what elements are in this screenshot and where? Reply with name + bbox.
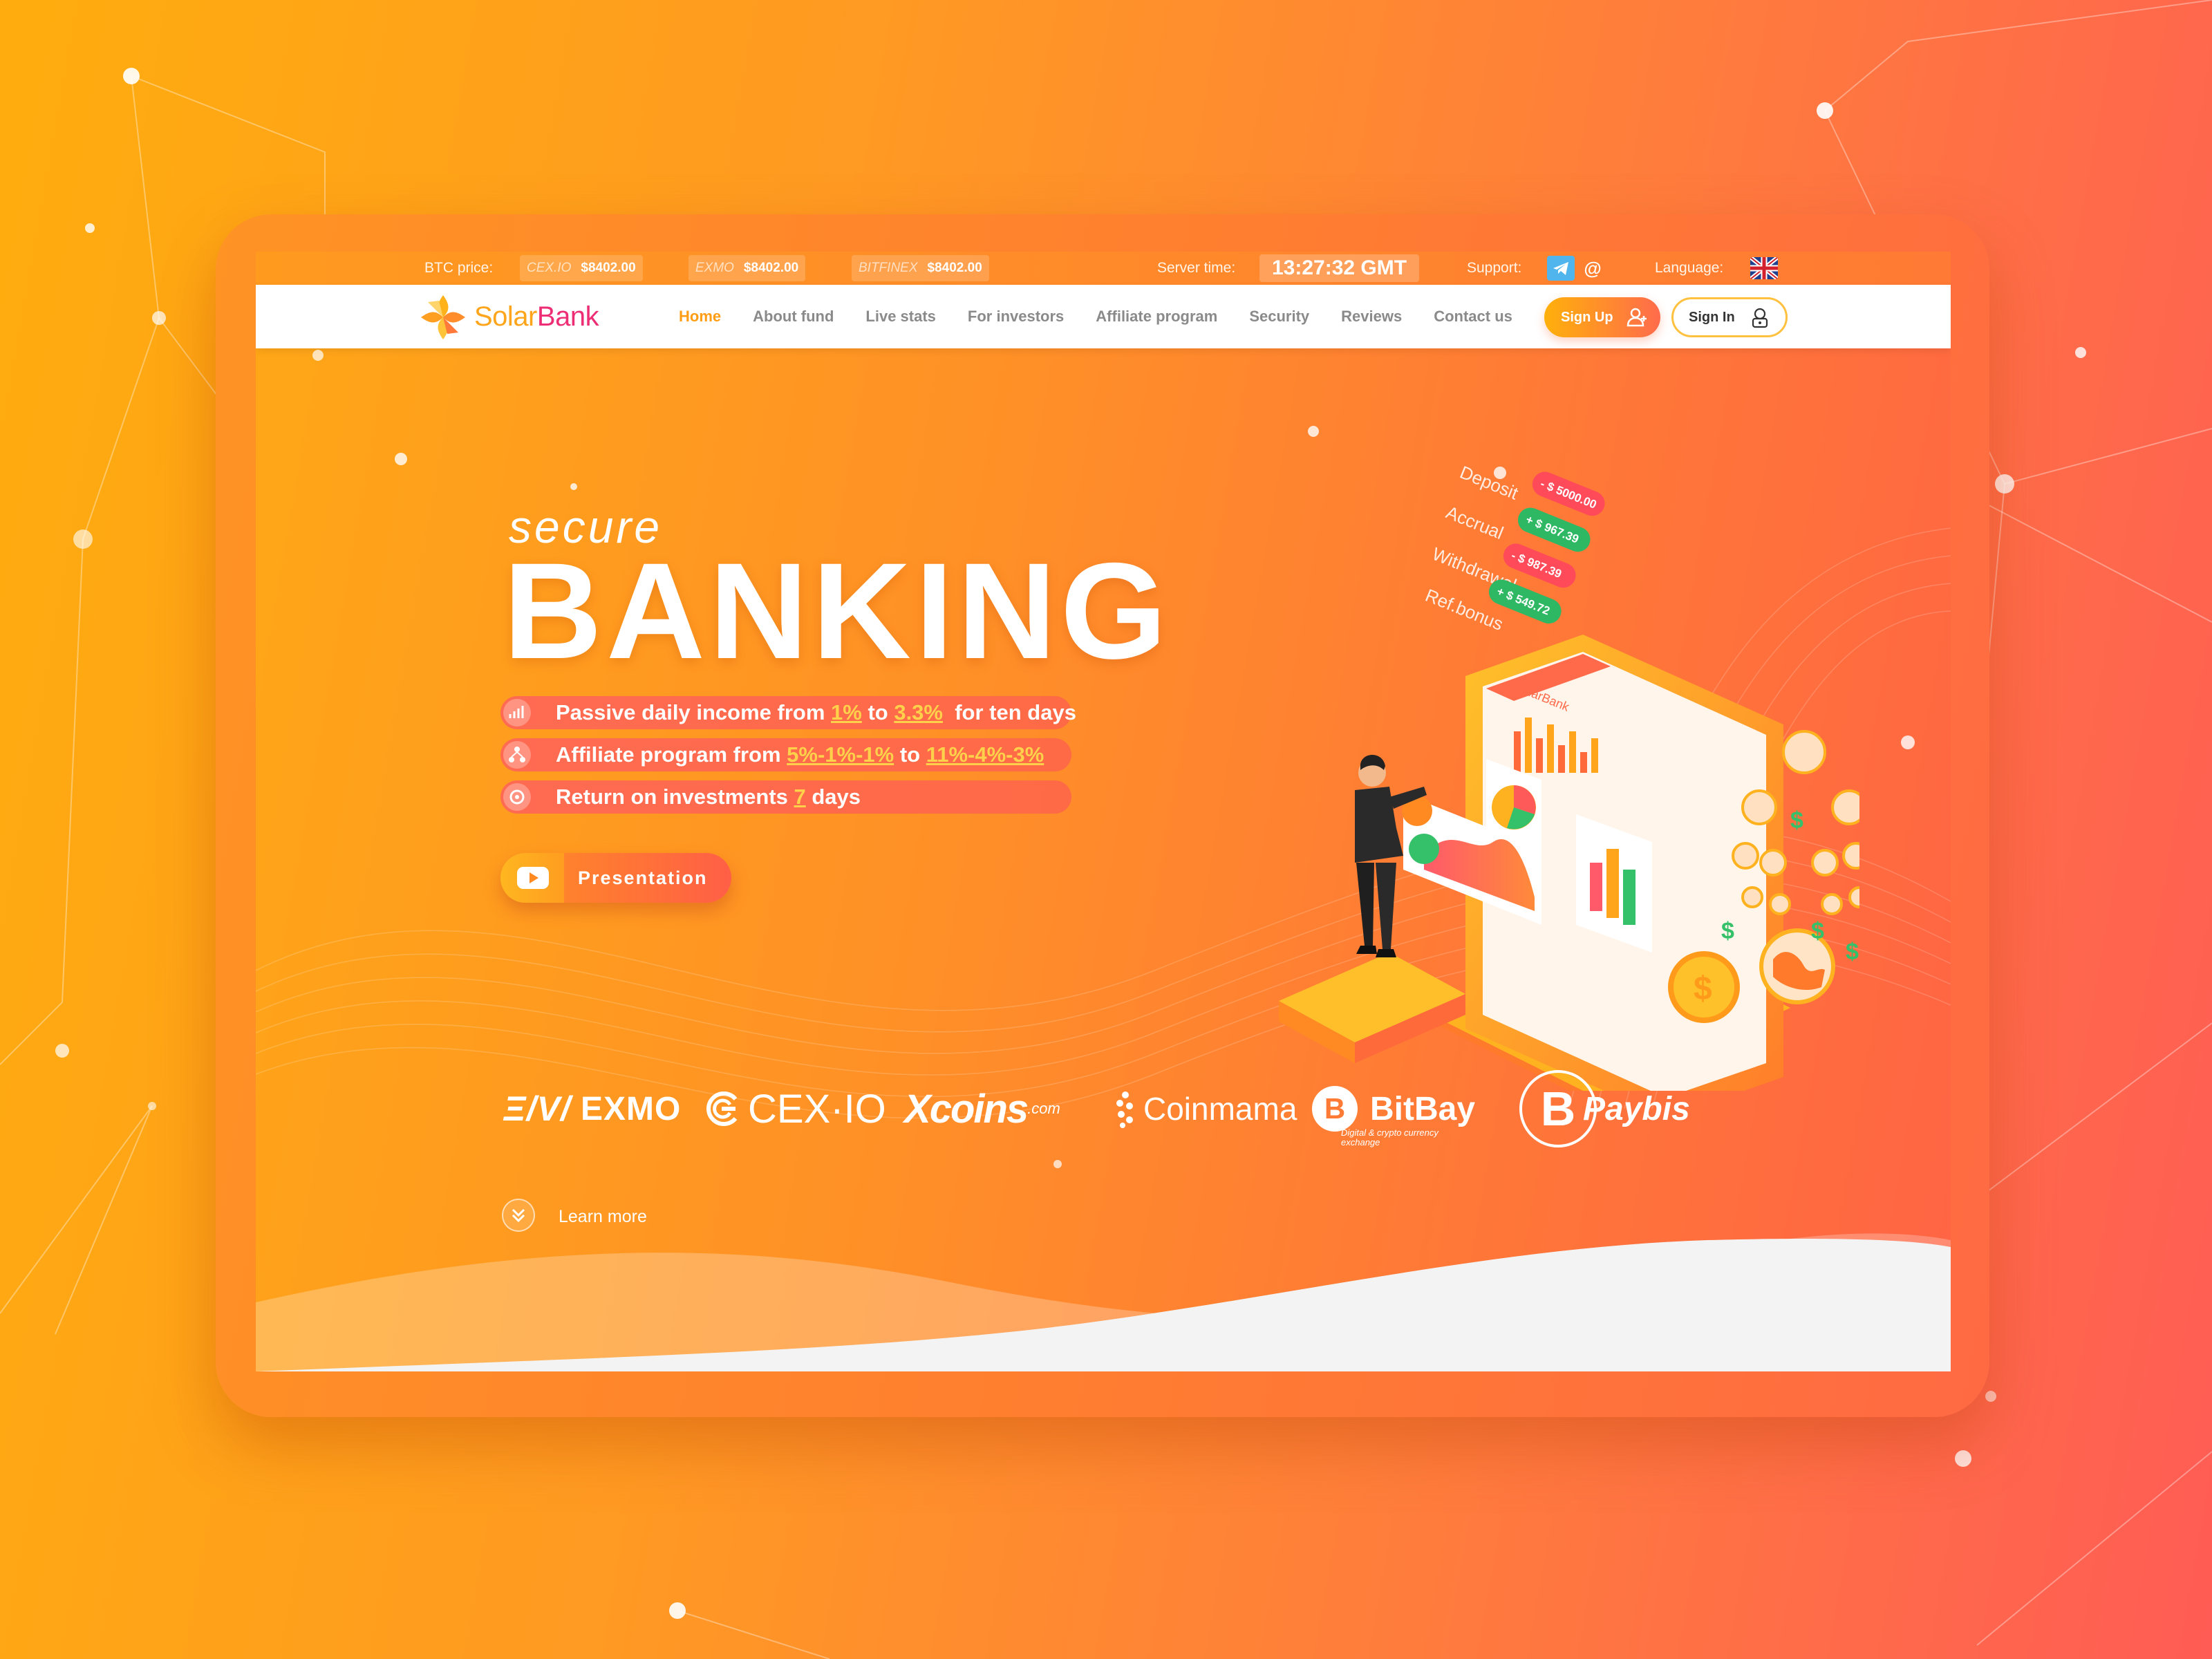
exchange-name: CEX.IO: [527, 261, 572, 275]
nav-link-reviews[interactable]: Reviews: [1341, 308, 1402, 326]
presentation-label: Presentation: [578, 868, 708, 888]
btc-price-label: BTC price:: [424, 260, 494, 276]
partner-paybis-label: Paybis: [1583, 1090, 1690, 1127]
brand-name[interactable]: SolarBank: [474, 297, 599, 336]
exchange-name: BITFINEX: [859, 261, 918, 275]
nav-link-for-investors[interactable]: For investors: [968, 308, 1064, 326]
feature-text: days: [805, 785, 861, 809]
presentation-button[interactable]: Presentation: [500, 853, 731, 903]
sign-in-label: Sign In: [1689, 310, 1735, 325]
svg-text:$: $: [1846, 939, 1859, 965]
exchange-price: $8402.00: [743, 261, 799, 275]
presentation-icon-wrap: [500, 853, 564, 903]
support-label: Support:: [1467, 260, 1522, 276]
svg-text:$: $: [1811, 918, 1824, 944]
partner-cex-label: CEX·IO: [748, 1086, 886, 1132]
nav-links: Home About fund Live stats For investors…: [679, 285, 1544, 348]
feature-highlight: 3.3%: [894, 700, 943, 724]
sign-up-label: Sign Up: [1561, 310, 1613, 325]
chart-growth-icon: [503, 699, 531, 727]
feature-text: for ten days: [943, 700, 1076, 724]
nav-link-security[interactable]: Security: [1249, 308, 1309, 326]
svg-text:$: $: [1694, 971, 1712, 1007]
exchange-price-bitfinex[interactable]: BITFINEX $8402.00: [852, 255, 989, 281]
paybis-tagline: Digital & crypto currency exchange: [1341, 1127, 1438, 1147]
cex-logo-icon: [706, 1091, 738, 1126]
brand-name-part2: Bank: [536, 301, 599, 332]
svg-text:$: $: [1721, 918, 1734, 944]
exchange-price: $8402.00: [927, 261, 982, 275]
language-label: Language:: [1655, 260, 1724, 276]
nav-link-home[interactable]: Home: [679, 308, 721, 326]
exmo-logo-icon: Ξ/V/: [503, 1089, 571, 1128]
nav-link-affiliate-program[interactable]: Affiliate program: [1096, 308, 1217, 326]
uk-flag-icon[interactable]: [1750, 257, 1778, 279]
exchange-name: EXMO: [695, 261, 734, 275]
server-time-label: Server time:: [1157, 260, 1236, 276]
feature-text: to: [894, 742, 926, 767]
partner-cex[interactable]: CEX·IO: [704, 1067, 886, 1150]
server-time-value: 13:27:32 GMT: [1259, 254, 1420, 282]
main-navigation: SolarBank Home About fund Live stats For…: [256, 285, 1951, 348]
exchange-price-exmo[interactable]: EXMO $8402.00: [688, 255, 806, 281]
feature-passive-income: Passive daily income from 1% to 3.3% for…: [500, 696, 1076, 729]
partner-exmo-label: EXMO: [581, 1090, 682, 1127]
coin-return-icon: [503, 783, 531, 811]
lock-user-icon: [1752, 308, 1768, 328]
referral-tree-icon: [503, 741, 531, 769]
telegram-icon[interactable]: [1547, 256, 1575, 281]
partner-xcoins[interactable]: Xcoins .com: [904, 1067, 1060, 1150]
bitbay-logo-icon: B: [1312, 1086, 1358, 1132]
exchange-price-cex[interactable]: CEX.IO $8402.00: [520, 255, 643, 281]
partner-bitbay-label: BitBay: [1370, 1090, 1476, 1127]
partner-paybis[interactable]: B Paybis: [1519, 1067, 1690, 1150]
solarbank-logo-icon[interactable]: [419, 293, 467, 341]
feature-text: Affiliate program from: [556, 742, 787, 767]
add-user-icon: [1627, 308, 1647, 327]
feature-text: to: [861, 700, 894, 724]
svg-text:$: $: [1790, 807, 1803, 834]
accrual-label: Accrual: [1443, 502, 1507, 543]
brand-name-part1: Solar: [474, 301, 537, 332]
feature-highlight: 1%: [831, 700, 862, 724]
partner-coinmama-label: Coinmama: [1143, 1091, 1297, 1127]
sign-in-button[interactable]: Sign In: [1671, 297, 1788, 337]
feature-text: Return on investments: [556, 785, 794, 809]
feature-highlight: 5%-1%-1%: [787, 742, 894, 767]
xcoins-logo-icon: X: [904, 1086, 931, 1132]
youtube-play-icon: [517, 867, 549, 889]
feature-affiliate-program: Affiliate program from 5%-1%-1% to 11%-4…: [500, 738, 1071, 771]
partner-exmo[interactable]: Ξ/V/ EXMO: [503, 1067, 681, 1150]
nav-link-live-stats[interactable]: Live stats: [865, 308, 936, 326]
email-icon[interactable]: @: [1579, 256, 1606, 281]
feature-highlight: 7: [794, 785, 806, 809]
feature-text: Passive daily income from: [556, 700, 832, 724]
nav-link-about-fund[interactable]: About fund: [753, 308, 834, 326]
top-info-bar: BTC price: CEX.IO $8402.00 EXMO $8402.00 B…: [256, 252, 1951, 285]
deposit-label: Deposit: [1457, 462, 1522, 504]
partner-xcoins-suffix: .com: [1027, 1100, 1060, 1117]
partner-xcoins-label: coins: [929, 1086, 1029, 1132]
partner-logos: Ξ/V/ EXMO CEX·IO Xcoins .com Coinmama B B…: [503, 1067, 1692, 1150]
partner-coinmama[interactable]: Coinmama: [1112, 1067, 1297, 1150]
bottom-wave-decoration: [256, 1233, 1951, 1371]
hero-title: BANKING: [503, 534, 1171, 687]
feature-highlight: 11%-4%-3%: [926, 742, 1044, 767]
coinmama-logo-icon: [1116, 1091, 1133, 1128]
exchange-price: $8402.00: [581, 261, 636, 275]
nav-link-contact-us[interactable]: Contact us: [1434, 308, 1512, 326]
website-screen: BTC price: CEX.IO $8402.00 EXMO $8402.00 B…: [256, 252, 1951, 1371]
sign-up-button[interactable]: Sign Up: [1544, 297, 1660, 337]
feature-return-on-investments: Return on investments 7 days: [500, 780, 1071, 814]
banking-isometric-illustration: SolarBank $ $$$$ Deposit Accrual Withdra…: [1279, 462, 1859, 1091]
